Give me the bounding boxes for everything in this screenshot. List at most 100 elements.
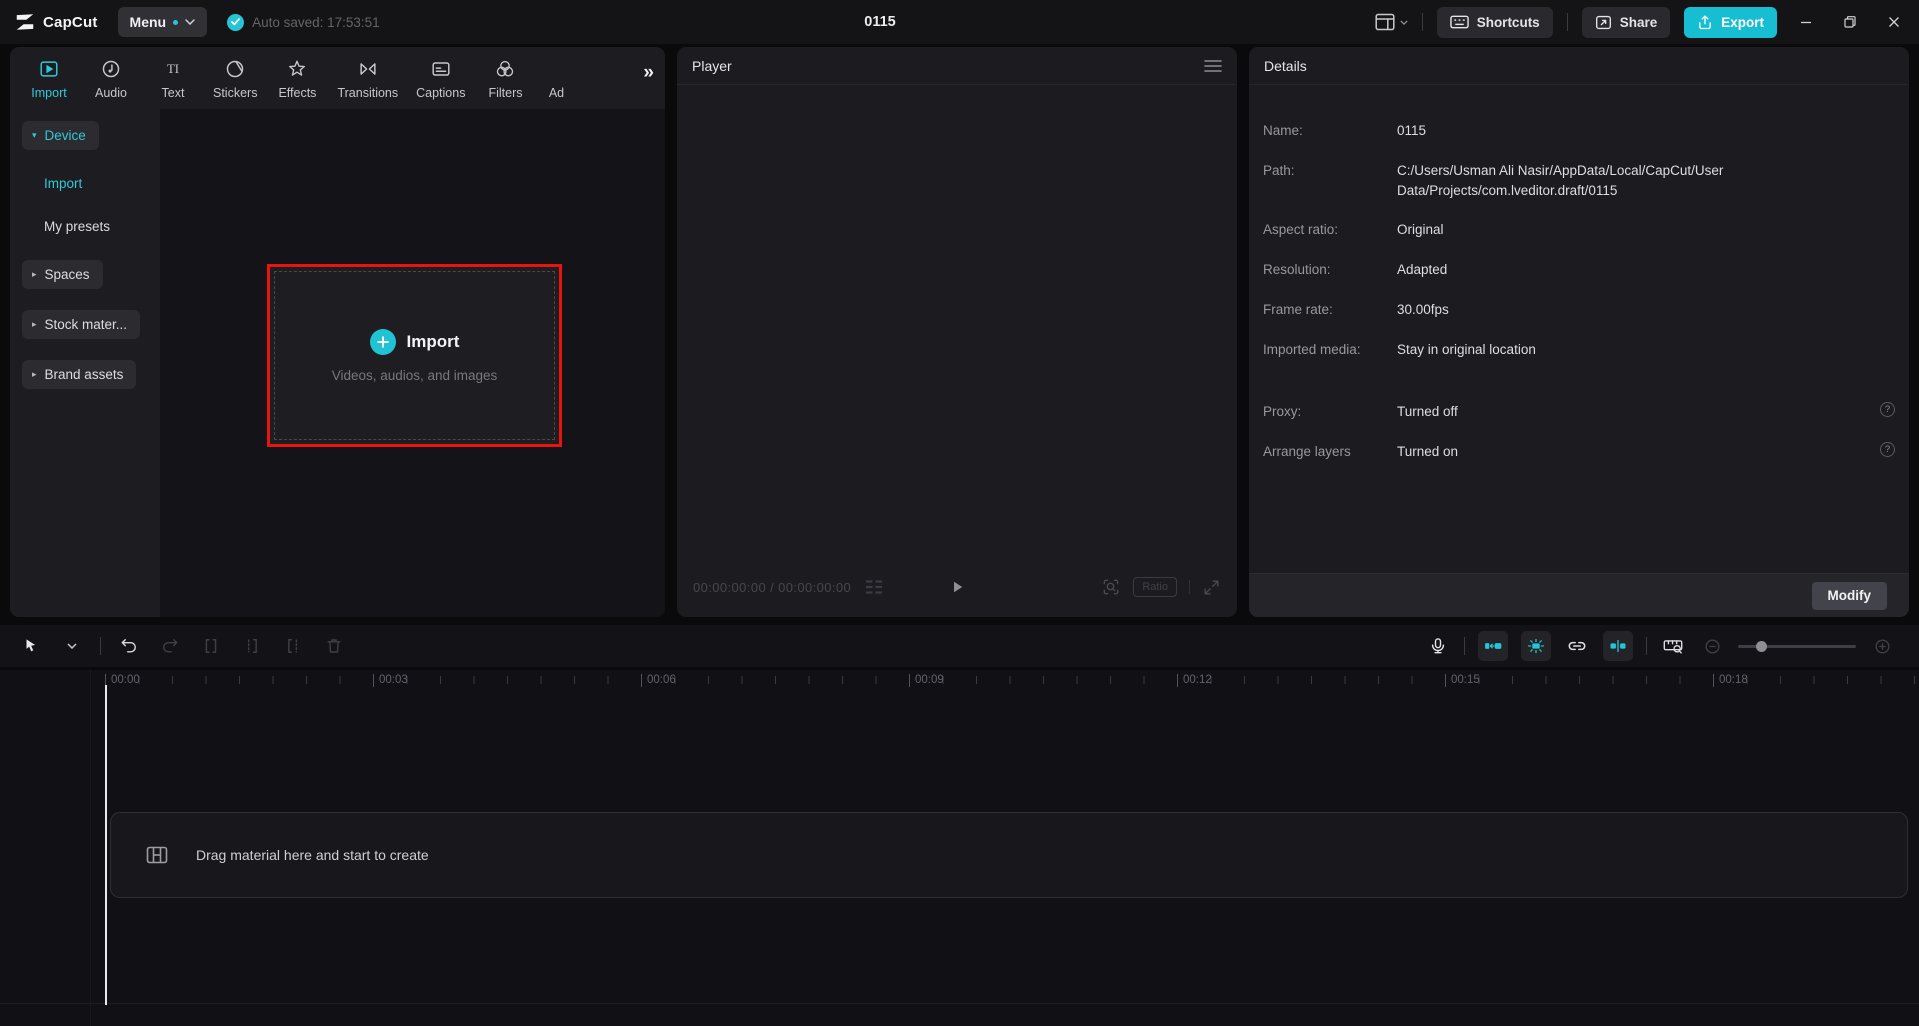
delete-left-button[interactable] <box>239 633 265 659</box>
sidebar-item-my-presets[interactable]: My presets <box>44 219 110 234</box>
timeline-area: 00:00 00:03 00:06 00:09 00:12 00:15 00:1… <box>0 670 1919 1026</box>
layout-switch-button[interactable] <box>1375 13 1408 31</box>
proxy-help-icon[interactable] <box>1880 402 1895 417</box>
main-track-magnet-button[interactable] <box>1478 631 1508 661</box>
sidebar-group-brand-assets[interactable]: ▸ Brand assets <box>22 360 137 389</box>
import-dropzone[interactable]: Import Videos, audios, and images <box>267 264 562 447</box>
share-icon <box>1595 14 1612 31</box>
timeline-ruler[interactable]: 00:00 00:03 00:06 00:09 00:12 00:15 00:1… <box>0 670 1919 692</box>
select-tool-dropdown[interactable] <box>59 633 85 659</box>
ruler-label: 00:09 <box>909 674 944 687</box>
tab-adjustment[interactable]: Ad <box>536 47 576 109</box>
player-menu-button[interactable] <box>1204 59 1222 72</box>
undo-button[interactable] <box>116 633 142 659</box>
hamburger-icon <box>1204 59 1222 72</box>
divider <box>1464 637 1465 655</box>
sidebar-group-stock-materials[interactable]: ▸ Stock mater... <box>22 310 141 339</box>
ruler-label: 00:15 <box>1445 674 1480 687</box>
media-panel: Import Audio TI Text Stickers Effects Tr… <box>10 47 665 617</box>
delete-button[interactable] <box>321 633 347 659</box>
plus-icon <box>369 328 396 355</box>
fit-timeline-button[interactable] <box>1660 633 1686 659</box>
restore-button[interactable] <box>1835 0 1865 44</box>
render-quality-icon[interactable] <box>1101 577 1121 597</box>
tab-text[interactable]: TI Text <box>142 47 204 109</box>
divider <box>1189 580 1190 594</box>
tab-effects[interactable]: Effects <box>266 47 328 109</box>
chevron-down-icon <box>185 19 195 25</box>
capcut-logo: CapCut <box>14 11 98 33</box>
sidebar-group-device[interactable]: ▾ Device <box>22 121 99 150</box>
effects-tab-icon <box>286 57 308 81</box>
zoom-in-icon <box>1873 637 1892 656</box>
dropzone-text: Drag material here and start to create <box>196 847 429 863</box>
project-title: 0115 <box>864 14 896 30</box>
play-button[interactable] <box>948 578 966 596</box>
autosave-status: Auto saved: 17:53:51 <box>227 13 380 31</box>
tabs-overflow-button[interactable]: » <box>643 63 654 82</box>
split-button[interactable] <box>198 633 224 659</box>
tab-filters[interactable]: Filters <box>474 47 536 109</box>
shortcuts-button[interactable]: Shortcuts <box>1436 6 1553 38</box>
close-button[interactable] <box>1879 0 1909 44</box>
timeline-dropzone[interactable]: Drag material here and start to create <box>110 812 1908 898</box>
microphone-icon <box>1428 636 1448 656</box>
auto-split-button[interactable] <box>1603 631 1633 661</box>
link-icon <box>1566 635 1588 657</box>
linked-selection-button[interactable] <box>1564 633 1590 659</box>
delete-right-button[interactable] <box>280 633 306 659</box>
timeline-toolbar <box>0 625 1919 667</box>
detail-row-name: Name: 0115 <box>1263 123 1427 138</box>
details-panel: Details Name: 0115 Path: C:/Users/Usman Al… <box>1249 47 1909 617</box>
capcut-logo-icon <box>14 11 36 33</box>
captions-tab-icon <box>430 57 452 81</box>
menu-button[interactable]: Menu <box>117 7 208 37</box>
detail-row-aspect-ratio: Aspect ratio: Original <box>1263 222 1444 237</box>
select-tool-button[interactable] <box>18 633 44 659</box>
ruler-label: 00:18 <box>1713 674 1748 687</box>
sidebar-group-spaces[interactable]: ▸ Spaces <box>22 260 103 289</box>
stickers-tab-icon <box>224 57 246 81</box>
chevron-down-icon <box>67 643 77 649</box>
tab-import[interactable]: Import <box>18 47 80 109</box>
filmstrip-icon <box>145 843 169 867</box>
redo-button[interactable] <box>157 633 183 659</box>
frame-preview-icon[interactable] <box>864 579 884 595</box>
export-button[interactable]: Export <box>1684 6 1777 38</box>
timeline-zoom-slider[interactable] <box>1738 636 1856 656</box>
ratio-button[interactable]: Ratio <box>1133 577 1177 597</box>
auto-split-icon <box>1608 636 1628 656</box>
filters-tab-icon <box>494 57 516 81</box>
zoom-in-button[interactable] <box>1869 633 1895 659</box>
modify-button[interactable]: Modify <box>1811 581 1887 610</box>
top-bar: CapCut Menu Auto saved: 17:53:51 0115 Sh… <box>0 0 1919 44</box>
fullscreen-icon[interactable] <box>1202 578 1221 597</box>
record-voiceover-button[interactable] <box>1425 633 1451 659</box>
zoom-out-button[interactable] <box>1699 633 1725 659</box>
cursor-icon <box>22 637 40 655</box>
tab-transitions[interactable]: Transitions <box>328 47 407 109</box>
sidebar-item-import[interactable]: Import <box>44 176 82 191</box>
arrange-layers-help-icon[interactable] <box>1880 442 1895 457</box>
details-title: Details <box>1264 57 1307 74</box>
share-button[interactable]: Share <box>1581 6 1671 38</box>
tab-stickers[interactable]: Stickers <box>204 47 266 109</box>
import-zone-subtitle: Videos, audios, and images <box>331 367 498 383</box>
player-timecode: 00:00:00:00 / 00:00:00:00 <box>693 579 852 595</box>
slider-handle[interactable] <box>1756 640 1767 652</box>
chevron-down-icon <box>1400 19 1408 25</box>
app-name: CapCut <box>43 13 98 31</box>
ruler-label: 00:00 <box>105 674 140 687</box>
tab-captions[interactable]: Captions <box>407 47 474 109</box>
zoom-out-icon <box>1703 637 1722 656</box>
triangle-right-icon: ▸ <box>32 369 37 379</box>
delete-left-icon <box>242 636 262 656</box>
tab-audio[interactable]: Audio <box>80 47 142 109</box>
triangle-right-icon: ▸ <box>32 319 37 329</box>
media-tab-bar: Import Audio TI Text Stickers Effects Tr… <box>10 47 665 109</box>
divider <box>100 637 101 655</box>
preview-axis-icon <box>1526 636 1546 656</box>
minimize-button[interactable] <box>1791 0 1821 44</box>
preview-axis-button[interactable] <box>1521 631 1551 661</box>
divider <box>1421 13 1423 31</box>
